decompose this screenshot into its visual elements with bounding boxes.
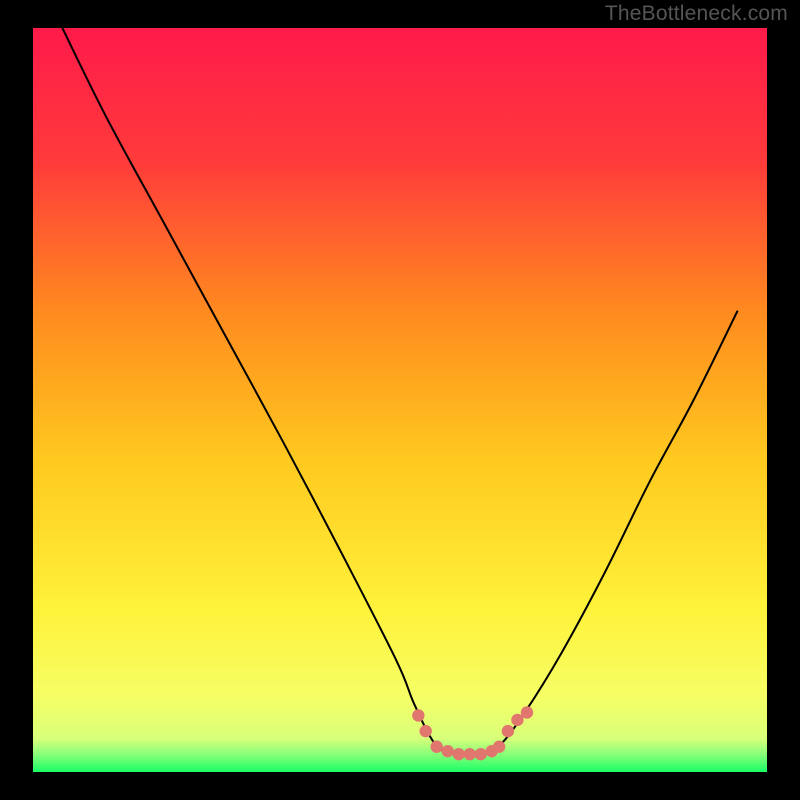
optimal-marker-dot bbox=[475, 748, 487, 760]
optimal-marker-dot bbox=[521, 706, 533, 718]
optimal-marker-dot bbox=[442, 745, 454, 757]
optimal-marker-dot bbox=[502, 725, 514, 737]
gradient-background bbox=[33, 28, 767, 772]
bottleneck-chart: TheBottleneck.com bbox=[0, 0, 800, 800]
optimal-marker-dot bbox=[431, 741, 443, 753]
chart-svg bbox=[0, 0, 800, 800]
optimal-marker-dot bbox=[493, 741, 505, 753]
optimal-marker-dot bbox=[453, 748, 465, 760]
optimal-marker-dot bbox=[412, 709, 424, 721]
optimal-marker-dot bbox=[464, 748, 476, 760]
watermark-text: TheBottleneck.com bbox=[605, 2, 788, 26]
optimal-marker-dot bbox=[419, 725, 431, 737]
